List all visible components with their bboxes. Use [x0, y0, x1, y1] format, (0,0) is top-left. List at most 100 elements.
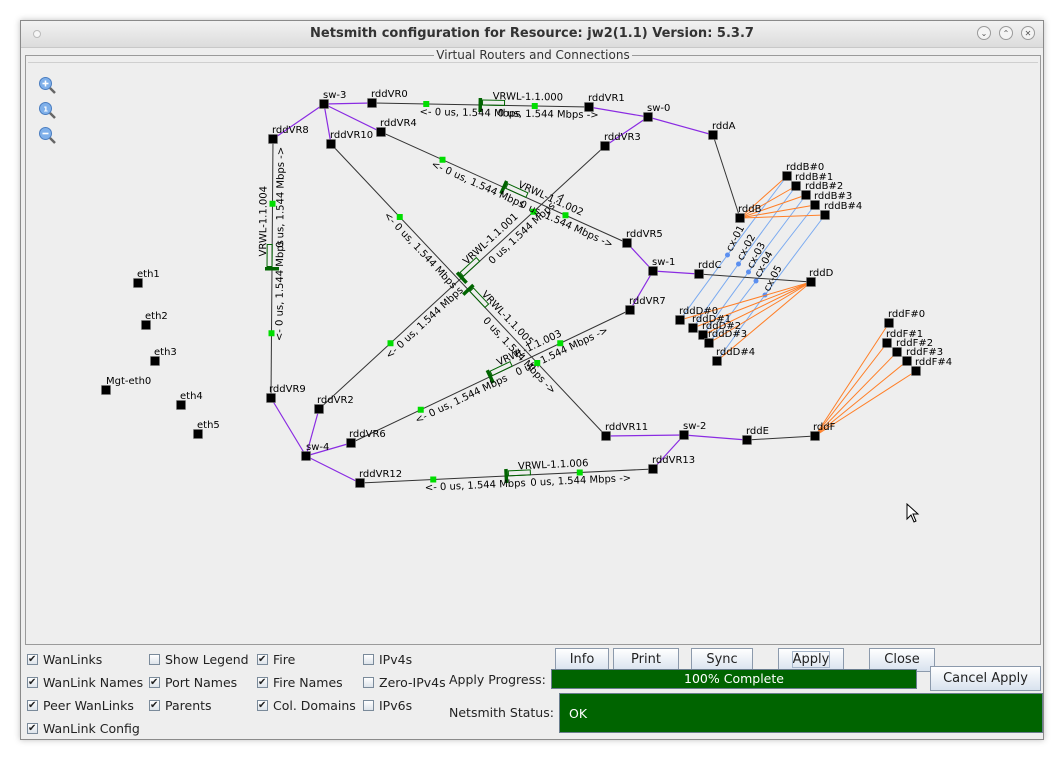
- graph-node[interactable]: rddF: [810, 422, 836, 441]
- node-label: eth3: [154, 347, 177, 358]
- graph-node[interactable]: sw-0: [643, 103, 671, 122]
- mouse-pointer-icon: [906, 503, 920, 523]
- fire-checkbox[interactable]: Fire: [257, 651, 295, 669]
- title-bar[interactable]: Netsmith configuration for Resource: jw2…: [21, 21, 1043, 48]
- wanlink[interactable]: VRWL-1.1.004 <- 0 us, 1.544 Mbps0 us, 1.5…: [258, 138, 287, 399]
- wanlinks-checkbox[interactable]: WanLinks: [27, 651, 102, 669]
- switch-link[interactable]: [605, 434, 685, 437]
- peer-wanlinks-checkbox[interactable]: Peer WanLinks: [27, 697, 134, 715]
- graph-node[interactable]: rddB#4: [820, 201, 863, 220]
- show-legend-checkbox[interactable]: Show Legend: [149, 651, 249, 669]
- wanlink[interactable]: VRWL-1.1.006<- 0 us, 1.544 Mbps 0 us, 1.5…: [359, 458, 654, 494]
- port-link[interactable]: [712, 134, 741, 219]
- collision-domain-dot[interactable]: [736, 261, 741, 267]
- graph-node[interactable]: rddVR6: [346, 429, 386, 448]
- node-label: rddB#4: [824, 201, 862, 212]
- collision-domain-dot[interactable]: [753, 278, 759, 284]
- switch-link[interactable]: [683, 434, 748, 441]
- graph-node[interactable]: rddE: [742, 426, 769, 445]
- graph-node[interactable]: rddD#3: [704, 329, 748, 348]
- graph-node[interactable]: rddVR3: [600, 132, 641, 151]
- topology-canvas[interactable]: 1 cx-01 cx-02 cx-03 cx-04 cx-05 VRWL-1.1.000…: [28, 62, 1038, 643]
- graph-node[interactable]: rddVR4: [376, 118, 417, 137]
- wanlink-config-a: <- 0 us, 1.544 Mbps: [414, 373, 510, 426]
- node-label: rddVR13: [652, 455, 695, 466]
- wanlink-config-checkbox[interactable]: WanLink Config: [27, 720, 140, 738]
- close-icon[interactable]: ✕: [1021, 26, 1035, 40]
- wanlink-config-a: <- 0 us, 1.544 Mbps: [274, 240, 286, 341]
- node-label: rddVR4: [380, 118, 417, 129]
- graph-node[interactable]: rddVR9: [266, 384, 306, 403]
- graph-node[interactable]: Mgt-eth0: [101, 376, 152, 395]
- graph-node[interactable]: rddVR5: [622, 229, 663, 248]
- node-label: rddD: [809, 268, 834, 279]
- graph-node[interactable]: eth2: [141, 311, 168, 330]
- graph-node[interactable]: rddVR0: [367, 89, 408, 108]
- switch-link[interactable]: [270, 397, 307, 457]
- minimize-icon[interactable]: ⌄: [977, 26, 991, 40]
- checkbox-box[interactable]: [363, 677, 374, 688]
- graph-node[interactable]: eth4: [176, 391, 203, 410]
- checkbox-box[interactable]: [363, 654, 374, 665]
- wanlink-config-b: 0 us, 1.544 Mbps ->: [498, 108, 599, 121]
- graph-node[interactable]: rddF#4: [911, 357, 953, 376]
- graph-node[interactable]: rddVR11: [601, 422, 649, 441]
- apply-progress-label: Apply Progress:: [449, 672, 546, 687]
- collision-domain-dot[interactable]: [746, 269, 751, 275]
- checkbox-box[interactable]: [257, 651, 268, 669]
- wanlink-name: VRWL-1.1.000: [493, 91, 564, 103]
- collision-domain-dot[interactable]: [725, 252, 730, 258]
- node-label: rddVR11: [605, 422, 648, 433]
- graph-node[interactable]: sw-4: [301, 442, 330, 461]
- graph-node[interactable]: rddVR12: [355, 469, 403, 488]
- graph-node[interactable]: rddVR10: [326, 130, 374, 149]
- checkbox-box[interactable]: [27, 674, 38, 692]
- switch-link[interactable]: [323, 103, 382, 133]
- checkbox-box[interactable]: [149, 674, 160, 692]
- graph-node[interactable]: rddB: [735, 204, 762, 223]
- graph-node[interactable]: rddVR7: [625, 296, 666, 315]
- cancel-apply-button[interactable]: Cancel Apply: [930, 666, 1041, 691]
- graph-node[interactable]: eth3: [150, 347, 177, 366]
- switch-link[interactable]: [652, 270, 700, 275]
- checkbox-box[interactable]: [363, 700, 374, 711]
- maximize-icon[interactable]: ⌃: [999, 26, 1013, 40]
- ipv4s-checkbox[interactable]: IPv4s: [363, 651, 412, 669]
- graph-node[interactable]: eth1: [133, 269, 160, 288]
- graph-node[interactable]: rddD: [806, 268, 834, 287]
- topology-graph[interactable]: cx-01cx-02cx-03cx-04cx-05 VRWL-1.1.000<-…: [28, 63, 1038, 643]
- node-label: rddE: [746, 426, 769, 437]
- checkbox-box[interactable]: [149, 654, 160, 665]
- graph-node[interactable]: rddA: [708, 121, 736, 140]
- switch-link[interactable]: [323, 102, 373, 105]
- checkbox-box[interactable]: [27, 720, 38, 738]
- node-label: eth5: [197, 420, 220, 431]
- graph-node[interactable]: sw-3: [319, 90, 347, 109]
- checkbox-box[interactable]: [27, 697, 38, 715]
- graph-node[interactable]: rddVR8: [268, 125, 309, 144]
- wanlink-names-checkbox[interactable]: WanLink Names: [27, 674, 143, 692]
- wanlink-name: VRWL-1.1.004: [258, 186, 270, 257]
- switch-link[interactable]: [647, 116, 714, 136]
- checkbox-box[interactable]: [27, 651, 38, 669]
- wanlink-config-b: 0 us, 1.544 Mbps ->: [275, 147, 287, 248]
- graph-node[interactable]: rddF#0: [884, 309, 926, 328]
- switch-link[interactable]: [305, 455, 361, 484]
- checkbox-box[interactable]: [257, 674, 268, 692]
- port-names-checkbox[interactable]: Port Names: [149, 674, 237, 692]
- graph-node[interactable]: rddVR2: [314, 395, 354, 414]
- fire-names-checkbox[interactable]: Fire Names: [257, 674, 343, 692]
- graph-node[interactable]: eth5: [193, 420, 220, 439]
- fire-link[interactable]: [814, 322, 890, 437]
- col-domains-checkbox[interactable]: Col. Domains: [257, 697, 356, 715]
- graph-node[interactable]: rddVR13: [648, 455, 696, 474]
- parents-checkbox[interactable]: Parents: [149, 697, 212, 715]
- graph-node[interactable]: rddD#4: [712, 347, 756, 366]
- graph-node[interactable]: rddVR1: [584, 93, 625, 112]
- zero-ipv4s-checkbox[interactable]: Zero-IPv4s: [363, 674, 446, 692]
- wanlink[interactable]: VRWL-1.1.001<- 0 us, 1.544 Mbps0 us, 1.5…: [318, 145, 606, 410]
- checkbox-box[interactable]: [149, 697, 160, 715]
- ipv6s-checkbox[interactable]: IPv6s: [363, 697, 412, 715]
- checkbox-box[interactable]: [257, 697, 268, 715]
- node-label: rddVR10: [330, 130, 373, 141]
